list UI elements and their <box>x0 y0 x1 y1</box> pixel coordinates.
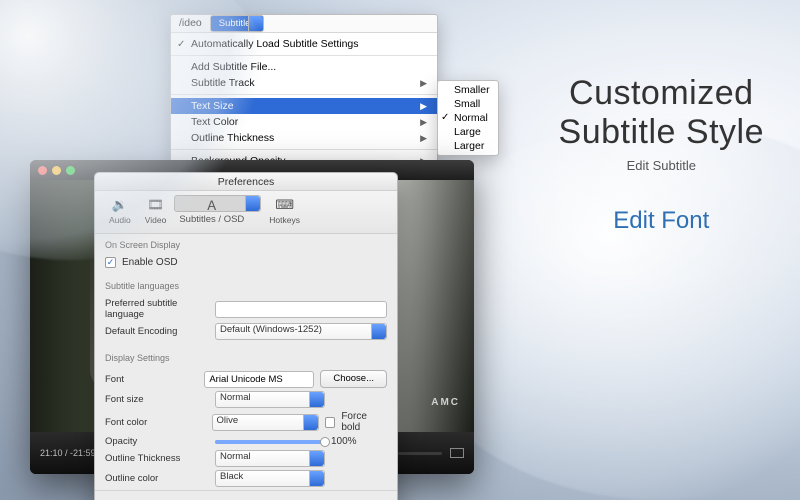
promo-editfont: Edit Font <box>559 207 764 235</box>
time-elapsed: 21:10 / -21:59 <box>40 448 96 458</box>
section-osd: On Screen Display <box>95 234 397 252</box>
menubar: /ideo Subtitles <box>171 15 437 32</box>
menu-item-add-file[interactable]: Add Subtitle File... <box>171 59 437 75</box>
preferences-window: Preferences 🔉Audio 🎞Video ＡSubtitles / O… <box>94 172 398 500</box>
tab-audio[interactable]: 🔉Audio <box>103 195 137 227</box>
outlinethk-select[interactable]: Normal <box>215 450 325 467</box>
menu-item-textcolor[interactable]: Text Color▶ <box>171 114 437 130</box>
prefs-title: Preferences <box>95 173 397 191</box>
subtitles-icon: Ａ <box>203 196 221 212</box>
font-label: Font <box>105 374 198 385</box>
choose-font-button[interactable]: Choose... <box>320 370 387 388</box>
fullscreen-button[interactable] <box>450 448 464 458</box>
audio-icon: 🔉 <box>111 197 129 213</box>
outlinecol-label: Outline color <box>105 473 209 484</box>
fontcolor-label: Font color <box>105 417 206 428</box>
opacity-value: 100% <box>331 436 357 447</box>
fontcolor-select[interactable]: Olive <box>212 414 319 431</box>
opacity-slider[interactable] <box>215 440 325 444</box>
opacity-label: Opacity <box>105 436 209 447</box>
size-normal[interactable]: ✓Normal <box>438 111 498 125</box>
close-icon[interactable] <box>38 166 47 175</box>
fontsize-label: Font size <box>105 394 209 405</box>
section-languages: Subtitle languages <box>95 275 397 293</box>
outlinecol-select[interactable]: Black <box>215 470 325 487</box>
hotkeys-icon: ⌨ <box>276 197 294 213</box>
promo-block: Customized Subtitle Style Edit Subtitle … <box>559 74 764 235</box>
promo-subtitle: Edit Subtitle <box>559 158 764 173</box>
forcebold-label: Force bold <box>341 411 387 433</box>
pref-lang-label: Preferred subtitle language <box>105 298 209 320</box>
menu-video[interactable]: /ideo <box>171 15 210 32</box>
prefs-toolbar: 🔉Audio 🎞Video ＡSubtitles / OSD ⌨Hotkeys <box>95 191 397 234</box>
menu-item-track[interactable]: Subtitle Track▶ <box>171 75 437 91</box>
size-small[interactable]: Small <box>438 97 498 111</box>
player-titlebar[interactable] <box>30 160 474 180</box>
enable-osd-checkbox[interactable]: ✓ <box>105 257 116 268</box>
tab-video[interactable]: 🎞Video <box>139 195 173 227</box>
font-input[interactable] <box>204 371 314 388</box>
fontsize-select[interactable]: Normal <box>215 391 325 408</box>
promo-heading: Customized Subtitle Style <box>559 74 764 152</box>
menu-subtitles[interactable]: Subtitles <box>210 15 264 32</box>
video-icon: 🎞 <box>147 197 165 213</box>
menu-item-textsize[interactable]: Text Size▶ <box>171 98 437 114</box>
textsize-submenu: Smaller Small ✓Normal Large Larger <box>437 80 499 156</box>
size-larger[interactable]: Larger <box>438 139 498 153</box>
tab-subtitles[interactable]: ＡSubtitles / OSD <box>174 195 261 212</box>
minimize-icon[interactable] <box>52 166 61 175</box>
desktop-background: Customized Subtitle Style Edit Subtitle … <box>0 0 800 500</box>
size-large[interactable]: Large <box>438 125 498 139</box>
forcebold-checkbox[interactable] <box>325 417 336 428</box>
section-display: Display Settings <box>95 347 397 365</box>
size-smaller[interactable]: Smaller <box>438 83 498 97</box>
menu-item-outline[interactable]: Outline Thickness▶ <box>171 130 437 146</box>
encoding-label: Default Encoding <box>105 326 209 337</box>
enable-osd-label: Enable OSD <box>122 257 178 268</box>
outlinethk-label: Outline Thickness <box>105 453 209 464</box>
pref-lang-input[interactable] <box>215 301 387 318</box>
tab-hotkeys[interactable]: ⌨Hotkeys <box>263 195 306 227</box>
volume-slider[interactable] <box>398 452 442 455</box>
menu-item-autoload[interactable]: ✓Automatically Load Subtitle Settings <box>171 36 437 52</box>
zoom-icon[interactable] <box>66 166 75 175</box>
encoding-select[interactable]: Default (Windows-1252) <box>215 323 387 340</box>
